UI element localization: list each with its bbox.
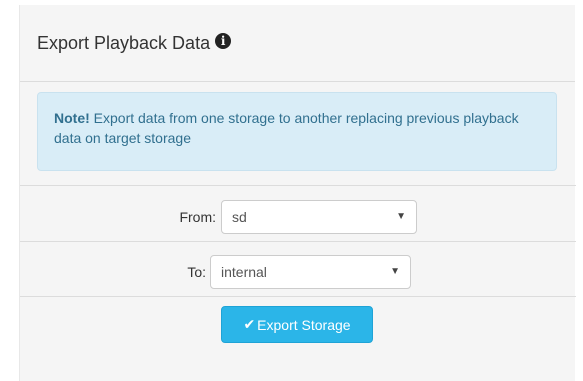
divider — [20, 185, 576, 186]
note-strong: Note! — [54, 110, 90, 126]
export-playback-panel: Export Playback Data i Note! Export data… — [19, 5, 576, 381]
chevron-down-icon: ▼ — [396, 211, 406, 222]
to-label: To: — [187, 264, 206, 280]
panel-header: Export Playback Data i — [20, 5, 575, 82]
from-row: From: sd ▼ — [20, 200, 576, 234]
from-select[interactable]: sd ▼ — [221, 200, 417, 234]
to-row: To: internal ▼ — [20, 255, 576, 289]
export-storage-button[interactable]: ✔ Export Storage — [221, 306, 373, 343]
from-label: From: — [179, 209, 216, 225]
to-select-value: internal — [221, 264, 267, 280]
chevron-down-icon: ▼ — [390, 266, 400, 277]
divider — [20, 296, 576, 297]
panel-title: Export Playback Data — [37, 32, 211, 53]
info-circle-icon[interactable]: i — [215, 33, 232, 49]
export-storage-label: Export Storage — [257, 316, 351, 333]
from-select-value: sd — [232, 209, 247, 225]
divider — [20, 241, 576, 242]
to-select[interactable]: internal ▼ — [210, 255, 411, 289]
note-alert: Note! Export data from one storage to an… — [37, 92, 557, 171]
note-text: Export data from one storage to another … — [54, 110, 519, 146]
check-icon: ✔ — [243, 316, 256, 333]
